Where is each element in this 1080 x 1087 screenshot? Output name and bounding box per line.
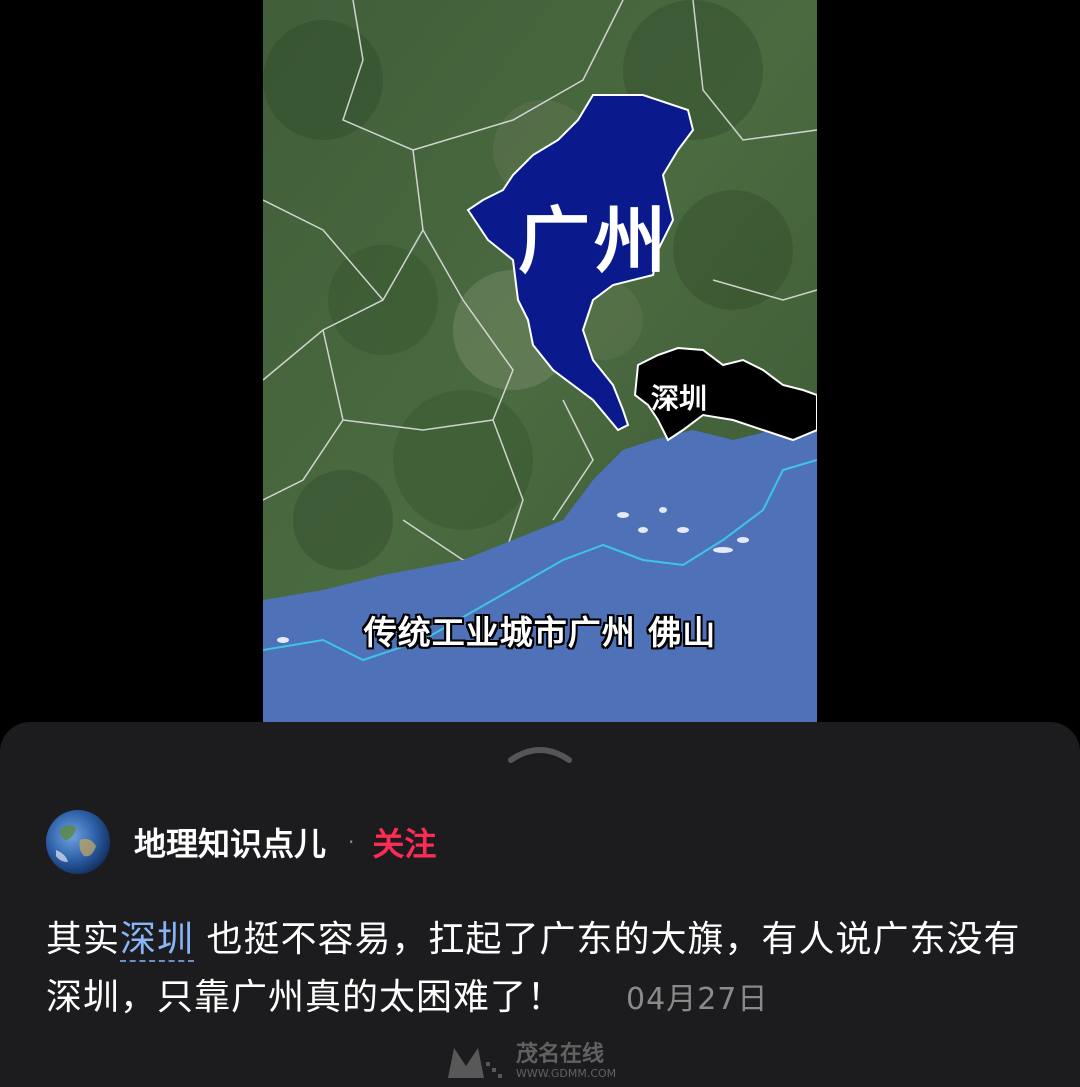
hashtag-link[interactable]: 深圳: [120, 919, 195, 962]
video-player[interactable]: 广州 深圳 传统工业城市广州 佛山: [263, 0, 817, 722]
earth-icon: [56, 825, 96, 862]
avatar[interactable]: [46, 810, 110, 874]
watermark-logo-icon: [448, 1048, 502, 1078]
caption-text-start: 其实: [46, 919, 121, 960]
map-label-shenzhen: 深圳: [651, 382, 708, 415]
author-name[interactable]: 地理知识点儿: [134, 819, 326, 865]
author-row: 地理知识点儿 · 关注: [46, 810, 436, 874]
separator-dot: ·: [348, 830, 355, 854]
description-panel: 地理知识点儿 · 关注 其实深圳 也挺不容易，扛起了广东的大旗，有人说广东没有深…: [0, 722, 1080, 1087]
map-label-guangzhou: 广州: [518, 199, 671, 283]
watermark-brand: 茂名在线: [516, 1042, 605, 1067]
watermark: 茂名在线 WWW.GDMM.COM: [440, 1040, 660, 1084]
video-caption: 其实深圳 也挺不容易，扛起了广东的大旗，有人说广东没有深圳，只靠广州真的太困难了…: [46, 911, 1046, 1029]
post-date: 04月27日: [626, 982, 769, 1017]
follow-button[interactable]: 关注: [372, 819, 436, 865]
chevron-up-icon[interactable]: [507, 738, 573, 766]
watermark-url: WWW.GDMM.COM: [516, 1067, 617, 1080]
video-subtitle: 传统工业城市广州 佛山: [363, 613, 717, 652]
